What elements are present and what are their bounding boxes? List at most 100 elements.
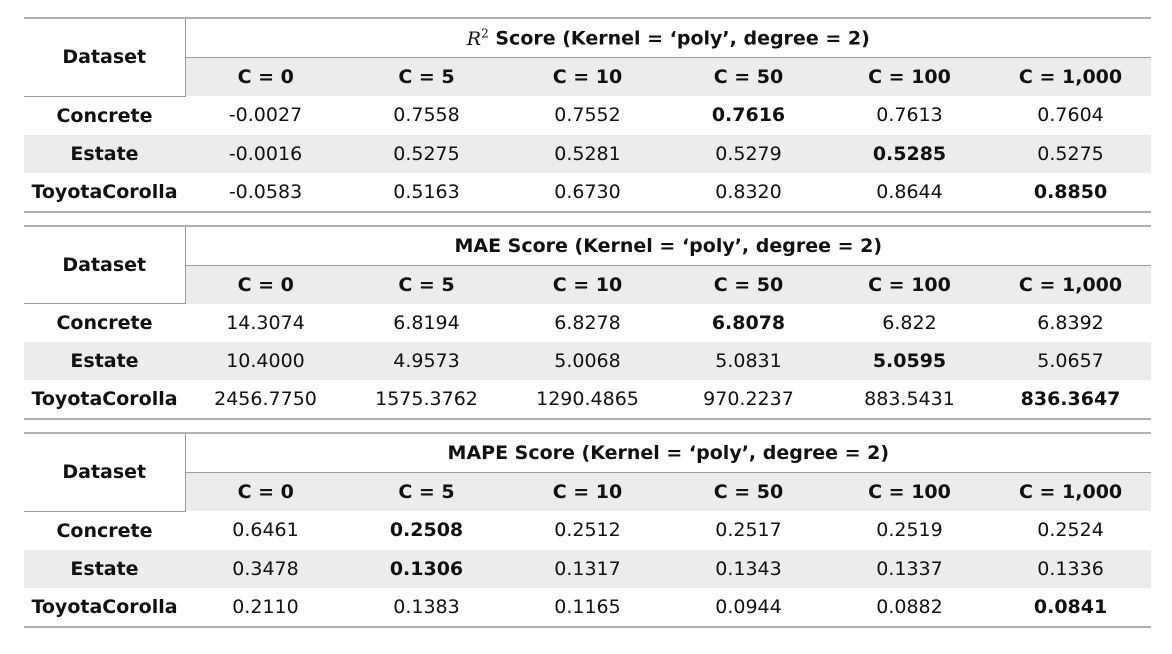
table-row: Estate 10.4000 4.9573 5.0068 5.0831 5.05… <box>24 342 1152 380</box>
value-cell: 0.7552 <box>554 104 621 127</box>
value-cell: 6.8278 <box>554 311 621 334</box>
dataset-header: Dataset <box>24 18 186 97</box>
value-cell: 0.7613 <box>876 104 943 127</box>
value-cell: 0.1317 <box>507 549 668 588</box>
value-cell: 0.6461 <box>232 519 299 542</box>
table-row: ToyotaCorolla 2456.7750 1575.3762 1290.4… <box>24 380 1151 419</box>
value-cell: 0.7604 <box>1037 104 1104 127</box>
value-cell: 883.5431 <box>864 388 955 410</box>
value-cell: 1575.3762 <box>375 388 478 410</box>
dataset-header: Dataset <box>24 433 186 512</box>
c-header: C = 5 <box>346 57 507 96</box>
value-cell: 0.5279 <box>668 134 829 173</box>
c-header: C = 5 <box>346 265 507 304</box>
c-header: C = 1,000 <box>990 265 1152 304</box>
value-cell: 0.1383 <box>393 595 460 618</box>
value-cell: 970.2237 <box>703 388 794 410</box>
value-cell: 0.1337 <box>829 549 990 588</box>
table-title: MAPE Score (Kernel = ‘poly’, degree = 2) <box>185 433 1152 473</box>
c-header: C = 50 <box>668 472 829 511</box>
value-cell: 0.6730 <box>554 180 621 203</box>
value-cell: 10.4000 <box>185 342 346 380</box>
c-header: C = 50 <box>668 57 829 96</box>
c-header-row: C = 0 C = 5 C = 10 C = 50 C = 100 C = 1,… <box>24 472 1152 511</box>
c-header: C = 0 <box>185 57 346 96</box>
score-tables: Dataset R2 Score (Kernel = ‘poly’, degre… <box>24 17 1152 628</box>
value-cell: 1290.4865 <box>536 388 639 410</box>
table-row: Concrete 14.3074 6.8194 6.8278 6.8078 6.… <box>24 304 1151 343</box>
value-cell: 0.5275 <box>990 134 1152 173</box>
value-cell: 0.2524 <box>1037 519 1104 542</box>
r2-score-table: Dataset R2 Score (Kernel = ‘poly’, degre… <box>24 17 1152 213</box>
value-cell: 0.0882 <box>876 595 943 618</box>
table-row: Concrete 0.6461 0.2508 0.2512 0.2517 0.2… <box>24 511 1151 550</box>
value-cell: 0.2512 <box>554 519 621 542</box>
dataset-name: ToyotaCorolla <box>31 388 178 410</box>
value-cell: 0.1165 <box>554 595 621 618</box>
table-row: Estate 0.3478 0.1306 0.1317 0.1343 0.133… <box>24 549 1152 588</box>
value-cell: 0.8320 <box>715 180 782 203</box>
c-header: C = 0 <box>185 472 346 511</box>
value-cell: 0.7558 <box>393 104 460 127</box>
value-cell: 0.3478 <box>185 549 346 588</box>
dataset-name: Estate <box>24 134 185 173</box>
c-header: C = 0 <box>185 265 346 304</box>
c-header: C = 100 <box>829 472 990 511</box>
c-header: C = 10 <box>507 265 668 304</box>
value-cell: 0.5285 <box>829 134 990 173</box>
table-row: ToyotaCorolla 0.2110 0.1383 0.1165 0.094… <box>24 588 1151 627</box>
c-header: C = 1,000 <box>990 472 1152 511</box>
dataset-name: Concrete <box>56 519 153 542</box>
dataset-name: ToyotaCorolla <box>31 595 178 618</box>
value-cell: 6.8392 <box>1037 311 1104 334</box>
c-header-row: C = 0 C = 5 C = 10 C = 50 C = 100 C = 1,… <box>24 265 1152 304</box>
c-header: C = 10 <box>507 472 668 511</box>
mae-score-table: Dataset MAE Score (Kernel = ‘poly’, degr… <box>24 224 1152 420</box>
value-cell: 0.2110 <box>232 595 299 618</box>
value-cell: 0.0944 <box>715 595 782 618</box>
value-cell: 0.2517 <box>715 519 782 542</box>
value-cell: 0.5275 <box>346 134 507 173</box>
table-row: ToyotaCorolla -0.0583 0.5163 0.6730 0.83… <box>24 173 1151 212</box>
value-cell: -0.0016 <box>185 134 346 173</box>
value-cell: 0.0841 <box>1033 595 1108 618</box>
value-cell: 6.8194 <box>393 311 460 334</box>
c-header: C = 5 <box>346 472 507 511</box>
table-row: Estate -0.0016 0.5275 0.5281 0.5279 0.52… <box>24 134 1152 173</box>
value-cell: 0.5163 <box>393 180 460 203</box>
mape-score-table: Dataset MAPE Score (Kernel = ‘poly’, deg… <box>24 432 1152 628</box>
value-cell: 0.1306 <box>346 549 507 588</box>
value-cell: 0.7616 <box>711 104 786 127</box>
value-cell: 14.3074 <box>226 311 305 334</box>
dataset-name: Estate <box>24 549 185 588</box>
value-cell: 6.8078 <box>711 311 786 334</box>
value-cell: 2456.7750 <box>214 388 317 410</box>
c-header: C = 50 <box>668 265 829 304</box>
value-cell: 0.2519 <box>876 519 943 542</box>
dataset-header: Dataset <box>24 225 186 304</box>
value-cell: 0.8850 <box>1033 180 1108 203</box>
table-title: MAE Score (Kernel = ‘poly’, degree = 2) <box>185 225 1152 266</box>
c-header: C = 10 <box>507 57 668 96</box>
value-cell: -0.0027 <box>228 104 303 127</box>
dataset-name: Concrete <box>56 104 153 127</box>
table-title-text: Score (Kernel = ‘poly’, degree = 2) <box>495 27 870 50</box>
value-cell: 4.9573 <box>346 342 507 380</box>
c-header: C = 100 <box>829 57 990 96</box>
c-header-row: C = 0 C = 5 C = 10 C = 50 C = 100 C = 1,… <box>24 57 1152 96</box>
dataset-name: Estate <box>24 342 185 380</box>
value-cell: 5.0657 <box>990 342 1152 380</box>
value-cell: 6.822 <box>882 311 937 334</box>
value-cell: 0.5281 <box>507 134 668 173</box>
value-cell: 5.0831 <box>668 342 829 380</box>
value-cell: 0.1336 <box>990 549 1152 588</box>
value-cell: 5.0595 <box>829 342 990 380</box>
value-cell: 0.1343 <box>668 549 829 588</box>
value-cell: 0.2508 <box>389 519 464 542</box>
dataset-name: ToyotaCorolla <box>31 180 178 203</box>
value-cell: 0.8644 <box>876 180 943 203</box>
value-cell: 836.3647 <box>1020 388 1121 410</box>
dataset-name: Concrete <box>56 312 153 334</box>
r2-symbol: R2 <box>466 26 489 50</box>
table-row: Concrete -0.0027 0.7558 0.7552 0.7616 0.… <box>24 96 1151 135</box>
